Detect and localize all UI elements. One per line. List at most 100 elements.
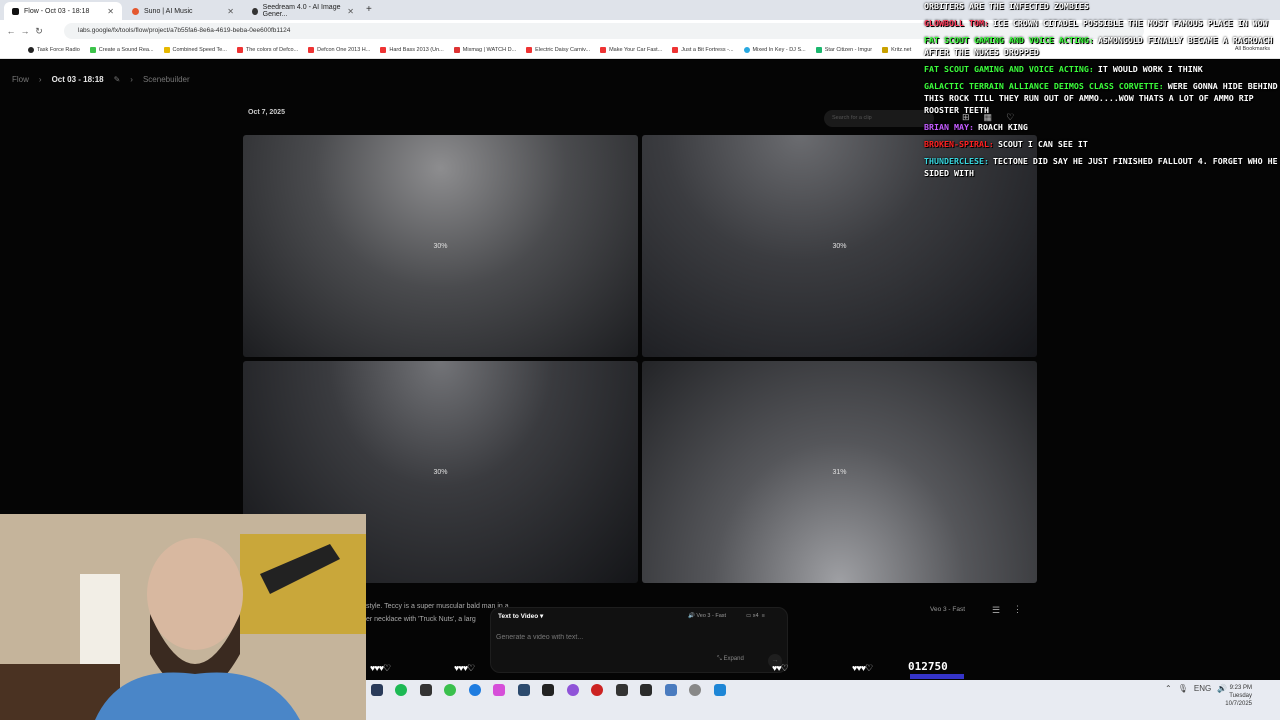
- app-icon[interactable]: [640, 684, 652, 696]
- chat-message: FAT SCOUT GAMING AND VOICE ACTING: IT WOU…: [924, 63, 1280, 75]
- progress-label: 30%: [433, 468, 448, 476]
- project-title[interactable]: Oct 03 - 18:18: [52, 75, 104, 84]
- bookmark[interactable]: Mixmag | WATCH D...: [453, 47, 516, 53]
- bookmark[interactable]: Defcon One 2013 H...: [308, 47, 370, 53]
- app-icon[interactable]: [420, 684, 432, 696]
- forward-icon[interactable]: →: [18, 26, 32, 36]
- chat-text: ROACH KING: [977, 122, 1028, 132]
- clock[interactable]: 9:23 PM Tuesday 10/7/2025: [1225, 684, 1252, 708]
- bookmark-icon: [453, 47, 460, 53]
- search-input[interactable]: Search for a clip: [824, 110, 934, 127]
- bookmark[interactable]: Just a Bit Fortress -...: [672, 47, 734, 53]
- chat-message: GLOWBOLL TOM: ICE CROWN CITADEL POSSIBLE …: [924, 17, 1280, 29]
- app-icon[interactable]: [542, 684, 554, 696]
- chat-username: GALACTIC TERRAIN ALLIANCE DEIMOS CLASS C…: [924, 81, 1164, 91]
- app-icon[interactable]: [493, 684, 505, 696]
- chat-username: GLOWBOLL TOM:: [924, 18, 989, 28]
- seedream-favicon-icon: [252, 7, 258, 15]
- chat-text: IT WOULD WORK I THINK: [1097, 64, 1203, 74]
- bookmark[interactable]: The colors of Defco...: [236, 47, 298, 53]
- tab-title: Seedream 4.0 - AI Image Gener...: [262, 4, 341, 18]
- app-icon[interactable]: [591, 684, 603, 696]
- filter-icon[interactable]: ☰: [992, 605, 1000, 616]
- video-tile-generating[interactable]: 30%: [243, 135, 638, 357]
- app-icon[interactable]: [567, 684, 579, 696]
- model-selector[interactable]: 🔊 Veo 3 - Fast: [688, 613, 726, 619]
- bookmark[interactable]: Star Citizen - Imgur: [815, 47, 872, 53]
- chat-username: FAT SCOUT GAMING AND VOICE ACTING:: [924, 35, 1094, 45]
- close-tab-icon[interactable]: ✕: [107, 7, 114, 16]
- chat-text: ORBITERS ARE THE INFECTED ZOMBIES: [924, 1, 1089, 11]
- steam-icon[interactable]: [371, 684, 383, 696]
- app-icon[interactable]: [518, 684, 530, 696]
- settings-icon[interactable]: [689, 684, 701, 696]
- youtube-icon: [600, 47, 607, 53]
- chat-message: FAT SCOUT GAMING AND VOICE ACTING: ASMONG…: [924, 34, 1280, 58]
- youtube-icon: [672, 47, 679, 53]
- chat-text: SCOUT I CAN SEE IT: [997, 139, 1088, 149]
- tab-flow[interactable]: Flow - Oct 03 - 18:18 ✕: [4, 2, 122, 20]
- video-tile-generating[interactable]: 31%: [642, 361, 1037, 583]
- tab-seedream[interactable]: Seedream 4.0 - AI Image Gener... ✕: [244, 2, 362, 20]
- new-tab-icon[interactable]: +: [366, 4, 372, 15]
- more-options-icon[interactable]: ⋮: [1013, 604, 1022, 615]
- webcam-image: [0, 514, 366, 720]
- bookmark[interactable]: Task Force Radio: [28, 47, 80, 53]
- edit-icon[interactable]: ✎: [114, 75, 121, 84]
- prompt-input[interactable]: [496, 631, 696, 643]
- breadcrumb-root[interactable]: Flow: [12, 75, 29, 84]
- spotify-icon[interactable]: [395, 684, 407, 696]
- bookmark-icon: [163, 47, 170, 53]
- suno-favicon-icon: [132, 7, 139, 15]
- bookmark[interactable]: Electric Daisy Carniv...: [526, 47, 590, 53]
- bookmark[interactable]: Create a Sound Rea...: [89, 47, 154, 53]
- chat-text: ICE CROWN CITADEL POSSIBLE THE MOST FAMO…: [992, 18, 1268, 28]
- tab-title: Suno | AI Music: [144, 7, 193, 15]
- progress-label: 31%: [832, 468, 847, 476]
- stream-chat-overlay: ORBITERS ARE THE INFECTED ZOMBIES GLOWBOL…: [924, 0, 1280, 184]
- bookmark-icon: [743, 47, 750, 53]
- batch-model-label: Veo 3 - Fast: [930, 606, 966, 613]
- close-tab-icon[interactable]: ✕: [347, 7, 354, 16]
- progress-label: 30%: [832, 242, 847, 250]
- score-bar: [910, 674, 964, 679]
- chrome-icon[interactable]: [444, 684, 456, 696]
- app-icon[interactable]: [665, 684, 677, 696]
- webcam-feed: [0, 514, 366, 720]
- score-counter: 012750: [908, 660, 948, 673]
- chat-message: THUNDERCLESE: TECTONE DID SAY HE JUST FIN…: [924, 155, 1280, 179]
- bookmark-icon: [28, 47, 34, 53]
- close-tab-icon[interactable]: ✕: [227, 7, 234, 16]
- app-icon[interactable]: [714, 684, 726, 696]
- youtube-icon: [526, 47, 533, 53]
- app-icon[interactable]: [616, 684, 628, 696]
- back-icon[interactable]: ←: [4, 26, 18, 36]
- expand-button[interactable]: ⤡ Expand: [717, 656, 744, 663]
- edge-icon[interactable]: [469, 684, 481, 696]
- chat-username: BROKEN-SPIRAL:: [924, 139, 994, 149]
- bookmark[interactable]: Make Your Car Fast...: [600, 47, 662, 53]
- chevron-right-icon: ›: [38, 75, 42, 84]
- breadcrumb-scenebuilder[interactable]: Scenebuilder: [143, 75, 190, 84]
- output-count[interactable]: ▭ x4 ≡: [746, 613, 765, 619]
- hearts-icon: ♥♥♡: [772, 663, 789, 673]
- mode-dropdown[interactable]: Text to Video ▾: [498, 612, 543, 620]
- bookmark[interactable]: Combined Speed Te...: [163, 47, 227, 53]
- language-indicator[interactable]: ENG: [1194, 684, 1211, 693]
- chevron-up-icon[interactable]: ⌃: [1165, 684, 1172, 693]
- microphone-icon[interactable]: 🎙: [1178, 684, 1188, 693]
- bookmark[interactable]: Mixed In Key - DJ S...: [743, 47, 806, 53]
- tab-suno[interactable]: Suno | AI Music ✕: [124, 2, 242, 20]
- hearts-icon: ♥♥♥♡: [852, 663, 873, 673]
- breadcrumb: Flow › Oct 03 - 18:18 ✎ › Scenebuilder: [12, 75, 190, 84]
- chat-username: BRIAN MAY:: [924, 122, 974, 132]
- bookmark[interactable]: Hard Bass 2013 (Un...: [380, 47, 444, 53]
- hearts-icon: ♥♥♥♡: [454, 663, 475, 673]
- chat-username: FAT SCOUT GAMING AND VOICE ACTING:: [924, 64, 1094, 74]
- chevron-right-icon: ›: [130, 75, 133, 84]
- chat-message: BROKEN-SPIRAL: SCOUT I CAN SEE IT: [924, 138, 1280, 150]
- chat-message: BRIAN MAY: ROACH KING: [924, 121, 1280, 133]
- bookmark[interactable]: Kritz.net: [882, 47, 911, 53]
- youtube-icon: [308, 47, 315, 53]
- reload-icon[interactable]: ↻: [32, 26, 46, 37]
